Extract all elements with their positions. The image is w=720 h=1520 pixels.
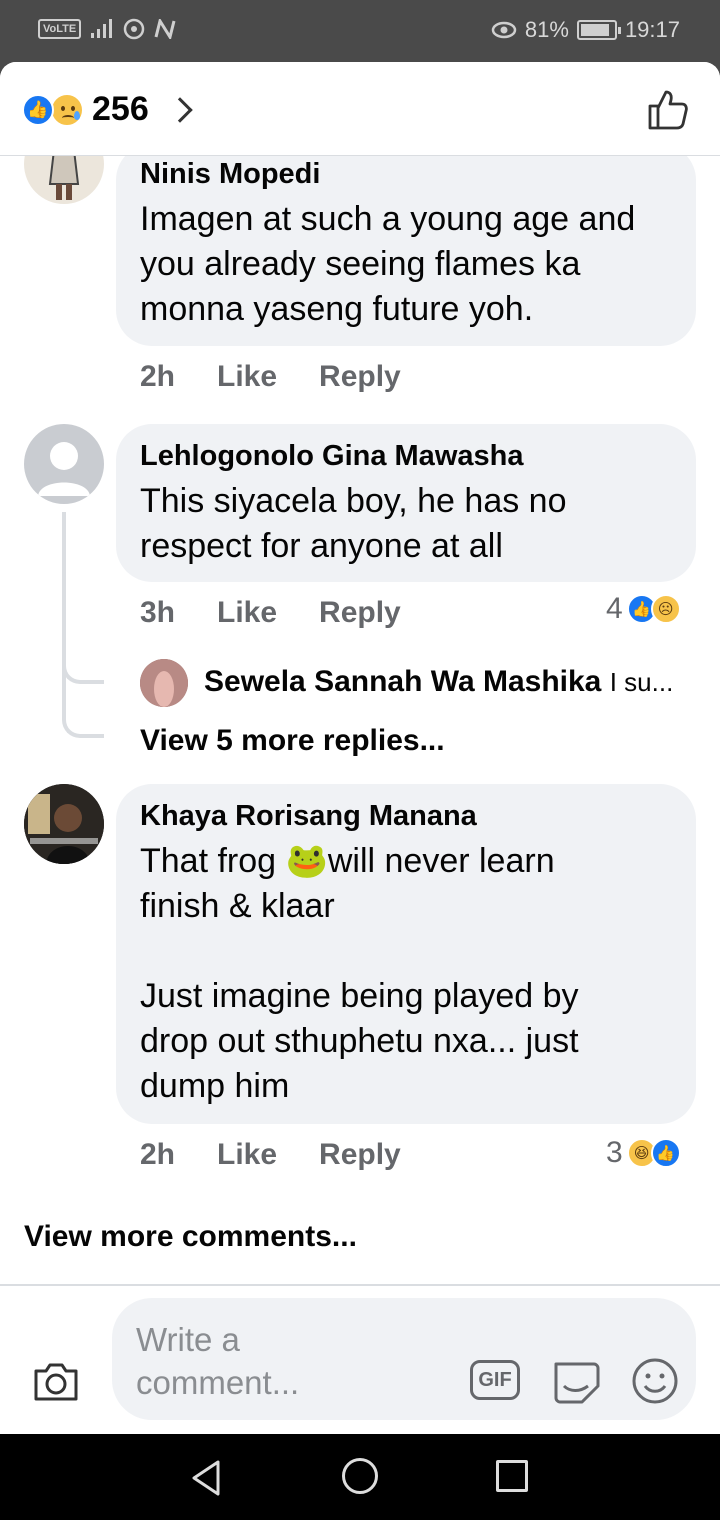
comment-actions: 2h Like Reply — [140, 1138, 443, 1172]
reply-button[interactable]: Reply — [319, 360, 401, 394]
comment-text: Just imagine being played by drop out st… — [140, 977, 579, 1105]
comment-reactions[interactable]: 3 😆 👍 — [606, 1136, 681, 1170]
chevron-right-icon — [167, 96, 193, 123]
like-button[interactable]: Like — [217, 360, 277, 394]
system-nav-bar — [0, 1434, 720, 1520]
comment-actions: 2h Like Reply — [140, 360, 443, 394]
reply-author: Sewela Sannah Wa Mashika — [204, 665, 602, 698]
comment-time: 2h — [140, 360, 176, 393]
emoji-icon[interactable] — [630, 1356, 680, 1406]
comment-author[interactable]: Khaya Rorisang Manana — [140, 800, 672, 833]
comment-bubble[interactable]: Lehlogonolo Gina Mawasha This siyacela b… — [116, 424, 696, 582]
comment-bubble[interactable]: Ninis Mopedi Imagen at such a young age … — [116, 144, 696, 346]
reply-button[interactable]: Reply — [319, 596, 401, 630]
comment-reaction-count: 3 — [606, 1136, 623, 1169]
avatar-photo — [140, 659, 188, 707]
battery-percent: 81% — [524, 17, 569, 42]
sticker-icon[interactable] — [550, 1356, 602, 1406]
status-right: 81% 19:17 — [491, 17, 680, 43]
reactions-header: 👍 256 — [0, 62, 720, 156]
back-icon[interactable] — [188, 1458, 224, 1498]
comment-text: This siyacela boy, he has no respect for… — [140, 482, 567, 565]
view-more-comments-link[interactable]: View more comments... — [24, 1220, 357, 1254]
status-left: VoLTE — [38, 18, 177, 40]
sad-reaction-icon: ☹ — [650, 594, 681, 624]
eye-comfort-icon — [491, 21, 517, 39]
avatar[interactable] — [24, 424, 104, 504]
camera-icon[interactable] — [32, 1361, 80, 1403]
thread-connector — [62, 652, 104, 738]
reaction-count: 256 — [92, 90, 149, 128]
sad-reaction-icon — [50, 92, 84, 127]
comment-time: 3h — [140, 596, 176, 629]
comment-actions: 3h Like Reply — [140, 596, 443, 630]
like-reaction-icon: 👍 — [650, 1138, 681, 1168]
comment-text: That frog 🐸will never learn finish & kla… — [140, 842, 555, 925]
reply-snippet: I su... — [609, 667, 674, 697]
comments-sheet: 👍 256 Ninis Mopedi Imagen at such a youn… — [0, 62, 720, 1434]
status-bar: VoLTE 81% 19:17 — [0, 0, 720, 62]
like-button[interactable]: Like — [217, 1138, 277, 1172]
comment-reaction-count: 4 — [606, 592, 623, 625]
comment-input[interactable]: Write a comment... GIF — [112, 1298, 696, 1420]
avatar[interactable] — [140, 659, 188, 707]
comment-text: Imagen at such a young age and you alrea… — [140, 200, 636, 328]
comment-bubble[interactable]: Khaya Rorisang Manana That frog 🐸will ne… — [116, 784, 696, 1124]
reactions-summary[interactable]: 👍 256 — [22, 90, 193, 129]
reply-preview[interactable]: Sewela Sannah Wa Mashika I su... — [204, 665, 673, 699]
clock: 19:17 — [624, 17, 680, 42]
comment-reactions[interactable]: 4 👍 ☹ — [606, 592, 681, 626]
thumbs-up-icon[interactable] — [644, 86, 692, 134]
comment-author[interactable]: Ninis Mopedi — [140, 158, 672, 191]
reply-button[interactable]: Reply — [319, 1138, 401, 1172]
gif-icon[interactable]: GIF — [470, 1360, 520, 1400]
avatar-photo — [24, 784, 104, 864]
comment-placeholder: Write a comment... — [136, 1321, 300, 1401]
comment-time: 2h — [140, 1138, 176, 1171]
like-button[interactable]: Like — [217, 596, 277, 630]
comment-author[interactable]: Lehlogonolo Gina Mawasha — [140, 440, 672, 473]
hotspot-icon — [123, 18, 145, 40]
nfc-icon — [154, 19, 176, 39]
home-icon[interactable] — [342, 1458, 378, 1494]
like-reaction-icon: 👍 — [22, 93, 54, 126]
volte-icon: VoLTE — [38, 19, 82, 39]
comment-composer: Write a comment... GIF — [0, 1284, 720, 1434]
avatar[interactable] — [24, 784, 104, 864]
default-avatar-icon — [38, 442, 90, 496]
signal-icon — [91, 19, 113, 38]
recent-apps-icon[interactable] — [496, 1460, 528, 1492]
view-more-replies-link[interactable]: View 5 more replies... — [140, 724, 445, 758]
battery-icon — [576, 20, 621, 40]
